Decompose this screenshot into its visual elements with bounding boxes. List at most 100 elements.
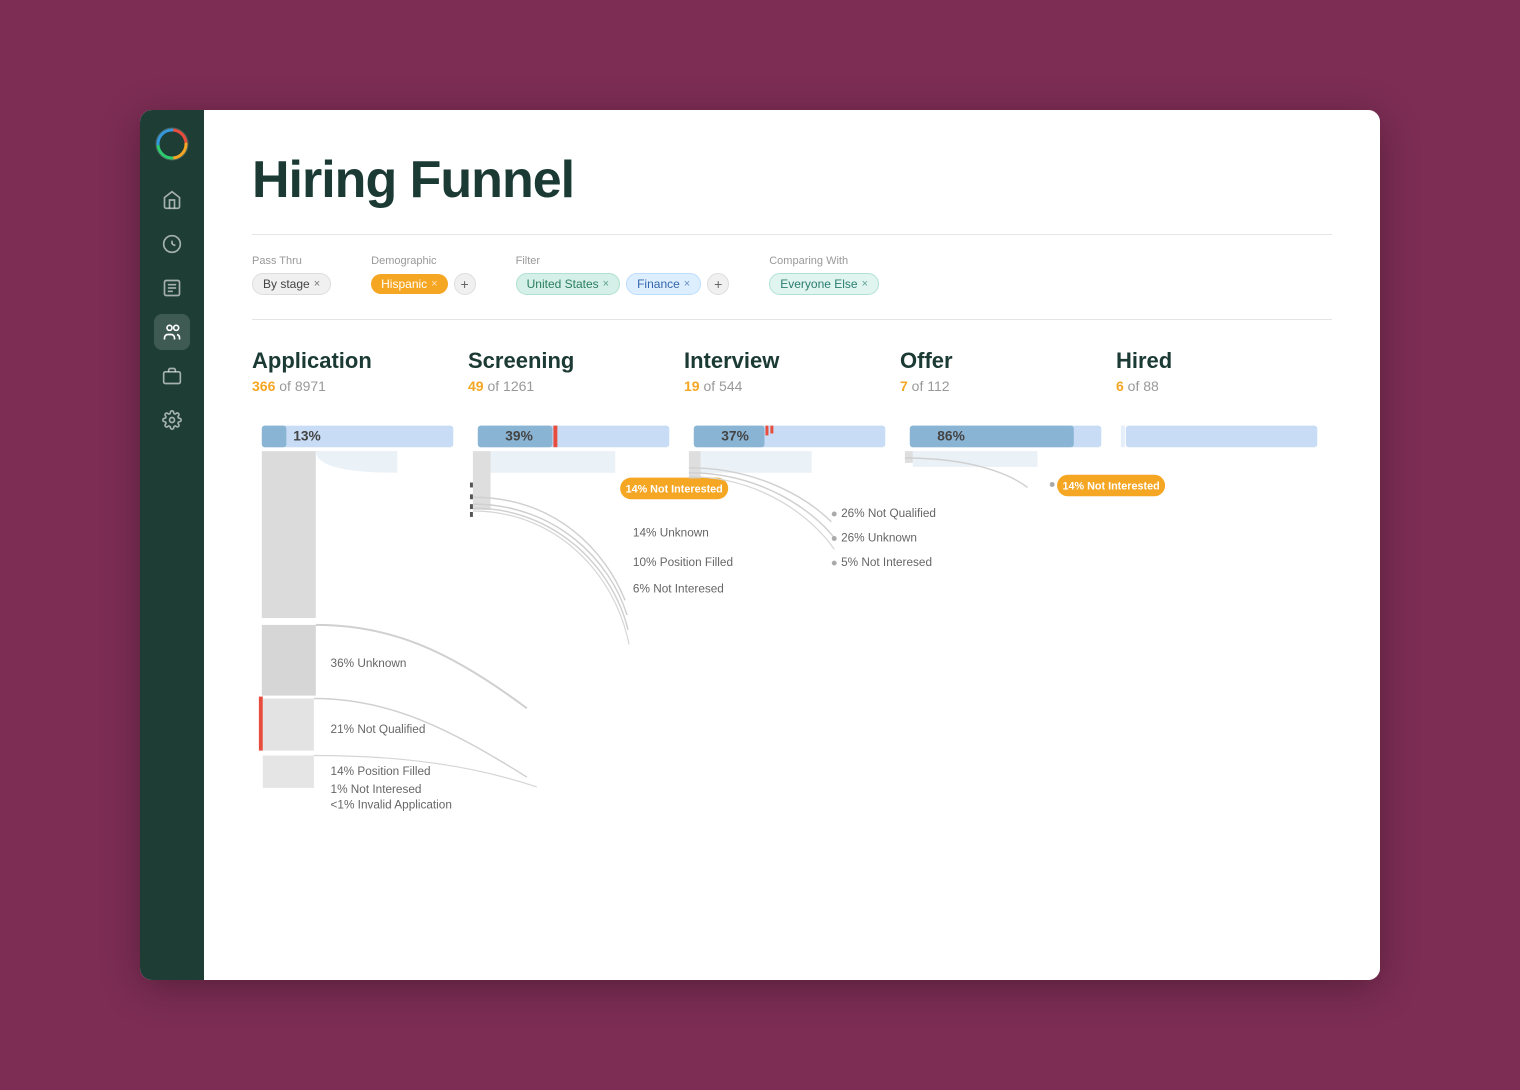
sidebar xyxy=(140,110,204,980)
stage-offer-main-count: 7 xyxy=(900,378,908,394)
tag-finance-close[interactable]: × xyxy=(684,278,690,290)
screen-d2-flow xyxy=(473,504,627,615)
filter-add-button[interactable]: + xyxy=(707,273,729,295)
tag-united-states[interactable]: United States × xyxy=(516,273,620,295)
filter-group-filter: Filter United States × Finance × + xyxy=(516,255,730,295)
stage-application-count: 366 of 8971 xyxy=(252,378,468,394)
filter-label-demographic: Demographic xyxy=(371,255,475,267)
stage-application-main-count: 366 xyxy=(252,378,275,394)
application-bg-bar xyxy=(262,426,453,448)
interview-unknown-label: 26% Unknown xyxy=(841,531,917,544)
hired-tiny-bar xyxy=(1121,426,1125,448)
stage-offer-title: Offer xyxy=(900,348,1116,374)
screen-tick4 xyxy=(470,512,473,517)
stage-screening-count: 49 of 1261 xyxy=(468,378,684,394)
screen-d4-flow xyxy=(473,511,629,645)
stage-offer: Offer 7 of 112 xyxy=(900,348,1116,394)
screening-red-marker xyxy=(553,426,557,448)
stage-screening: Screening 49 of 1261 xyxy=(468,348,684,394)
flow-app-to-screen xyxy=(316,451,397,473)
screen-d3-flow xyxy=(473,508,628,630)
interview-dot1 xyxy=(832,512,837,517)
funnel-visualization: 13% 39% 37% 86% xyxy=(252,410,1332,830)
stage-interview-title: Interview xyxy=(684,348,900,374)
stage-interview: Interview 19 of 544 xyxy=(684,348,900,394)
main-content: Hiring Funnel Pass Thru By stage × Demog… xyxy=(204,110,1380,980)
tag-everyone-else-label: Everyone Else xyxy=(780,277,857,291)
tag-finance[interactable]: Finance × xyxy=(626,273,701,295)
stage-screening-main-count: 49 xyxy=(468,378,484,394)
tag-hispanic-close[interactable]: × xyxy=(431,278,437,290)
offer-main-bar xyxy=(910,426,1074,448)
app-notinterested-label: 1% Not Interesed xyxy=(331,783,422,796)
filter-divider xyxy=(252,319,1332,320)
tag-hispanic-label: Hispanic xyxy=(381,277,427,291)
tag-everyone-else[interactable]: Everyone Else × xyxy=(769,273,879,295)
stage-interview-count: 19 of 544 xyxy=(684,378,900,394)
app-notqualified-label: 21% Not Qualified xyxy=(331,723,426,736)
offer-badge-label: 14% Not Interested xyxy=(1062,480,1159,492)
application-block xyxy=(262,451,316,618)
interview-red-marker2 xyxy=(770,426,773,434)
tag-finance-label: Finance xyxy=(637,277,680,291)
demographic-tags: Hispanic × + xyxy=(371,273,475,295)
filter-label-pass-thru: Pass Thru xyxy=(252,255,331,267)
sidebar-item-home[interactable] xyxy=(154,182,190,218)
tag-united-states-close[interactable]: × xyxy=(603,278,609,290)
app-posfilled-label: 14% Position Filled xyxy=(331,765,431,778)
sidebar-item-jobs[interactable] xyxy=(154,358,190,394)
tag-by-stage[interactable]: By stage × xyxy=(252,273,331,295)
application-pct-label: 13% xyxy=(293,428,321,443)
offer-block xyxy=(905,451,913,463)
tag-hispanic[interactable]: Hispanic × xyxy=(371,274,447,294)
hired-bg-bar xyxy=(1126,426,1317,448)
stage-hired-count: 6 of 88 xyxy=(1116,378,1332,394)
filter-tags: United States × Finance × + xyxy=(516,273,730,295)
app-notqualified-red xyxy=(259,697,263,751)
interview-notinterested-label: 5% Not Interesed xyxy=(841,556,932,569)
interview-pct-label: 37% xyxy=(721,428,749,443)
interview-block xyxy=(689,451,701,478)
flow-screen-to-interview xyxy=(491,451,616,473)
screen-badge-label: 14% Not Interested xyxy=(626,483,723,495)
app-posfilled-block xyxy=(263,755,314,787)
sidebar-item-reports[interactable] xyxy=(154,270,190,306)
app-container: Hiring Funnel Pass Thru By stage × Demog… xyxy=(140,110,1380,980)
filter-group-demographic: Demographic Hispanic × + xyxy=(371,255,475,295)
filter-label-filter: Filter xyxy=(516,255,730,267)
filter-bar: Pass Thru By stage × Demographic Hispani… xyxy=(252,255,1332,295)
interview-dot2 xyxy=(832,536,837,541)
app-notqualified-block xyxy=(263,699,314,751)
filter-group-comparing: Comparing with Everyone Else × xyxy=(769,255,879,295)
sidebar-item-settings[interactable] xyxy=(154,402,190,438)
tag-everyone-else-close[interactable]: × xyxy=(862,278,868,290)
stage-hired: Hired 6 of 88 xyxy=(1116,348,1332,394)
stage-application: Application 366 of 8971 xyxy=(252,348,468,394)
top-divider xyxy=(252,234,1332,235)
tag-by-stage-close[interactable]: × xyxy=(314,278,320,290)
tag-united-states-label: United States xyxy=(527,277,599,291)
sidebar-item-people[interactable] xyxy=(154,314,190,350)
stage-offer-count: 7 of 112 xyxy=(900,378,1116,394)
screen-unknown-label: 14% Unknown xyxy=(633,527,709,540)
stage-hired-main-count: 6 xyxy=(1116,378,1124,394)
screen-notinterested-label: 6% Not Interesed xyxy=(633,583,724,596)
screen-tick2 xyxy=(470,494,473,499)
sidebar-item-analytics[interactable] xyxy=(154,226,190,262)
stage-screening-title: Screening xyxy=(468,348,684,374)
pass-thru-tags: By stage × xyxy=(252,273,331,295)
funnel-svg: 13% 39% 37% 86% xyxy=(252,410,1332,830)
app-unknown-label: 36% Unknown xyxy=(331,657,407,670)
stages-header: Application 366 of 8971 Screening 49 of … xyxy=(252,348,1332,394)
screen-tick3 xyxy=(470,504,473,509)
demographic-add-button[interactable]: + xyxy=(454,273,476,295)
stage-hired-title: Hired xyxy=(1116,348,1332,374)
page-title: Hiring Funnel xyxy=(252,150,1332,210)
offer-dot1 xyxy=(1050,482,1055,487)
screen-posfilled-label: 10% Position Filled xyxy=(633,556,733,569)
interview-red-marker1 xyxy=(765,426,768,436)
screening-block xyxy=(473,451,491,510)
app-logo[interactable] xyxy=(154,126,190,162)
app-unknown-block xyxy=(262,625,316,696)
screening-pct-label: 39% xyxy=(505,428,533,443)
